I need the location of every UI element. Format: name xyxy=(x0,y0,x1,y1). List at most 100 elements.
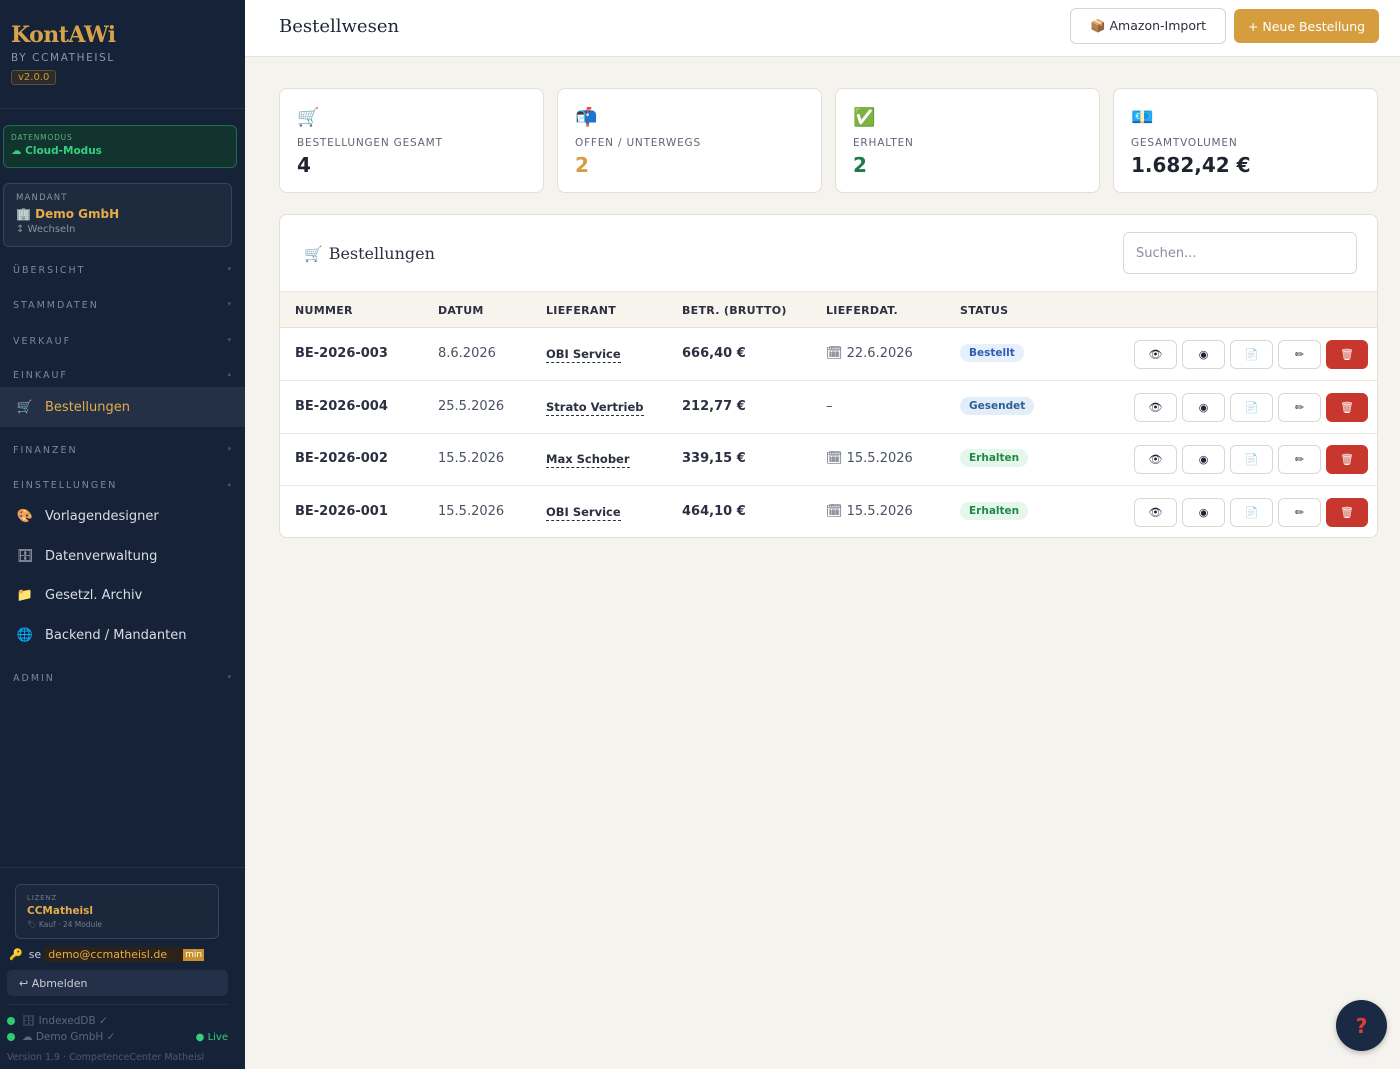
table-row[interactable]: BE-2026-003 8.6.2026 OBI Service 666,40 € 🗓 … xyxy=(280,328,1377,381)
nav-section-purchasing[interactable]: EINKAUF ▴ xyxy=(13,370,231,381)
table-row[interactable]: BE-2026-004 25.5.2026 Strato Vertrieb 212,7… xyxy=(280,381,1377,434)
nav-section-sales[interactable]: VERKAUF ▾ xyxy=(13,336,231,347)
brand-logo[interactable]: KontAWi xyxy=(11,22,116,48)
logout-button[interactable]: ↩ Abmelden xyxy=(7,970,228,996)
status-text: ☁ Demo GmbH ✓ xyxy=(22,1031,116,1043)
delete-icon: 🗑 xyxy=(1340,453,1354,466)
send-icon: ◉ xyxy=(1198,348,1209,361)
send-button[interactable]: ◉ xyxy=(1182,340,1225,369)
order-number[interactable]: BE-2026-004 xyxy=(295,399,388,414)
view-button[interactable]: 👁 xyxy=(1134,393,1177,422)
money-icon: 💶 xyxy=(1131,107,1154,128)
supplier-link[interactable]: Strato Vertrieb xyxy=(546,400,644,416)
amazon-import-button[interactable]: 📦 Amazon-Import xyxy=(1070,8,1226,44)
stat-value: 4 xyxy=(297,153,311,177)
chevron-down-icon: ▾ xyxy=(227,673,231,681)
stat-label: ERHALTEN xyxy=(853,137,914,149)
sidebar-item-archive[interactable]: 📁 Gesetzl. Archiv xyxy=(0,575,245,615)
column-header-supplier[interactable]: LIEFERANT xyxy=(546,304,616,317)
delete-button[interactable]: 🗑 xyxy=(1326,445,1368,474)
supplier-link[interactable]: OBI Service xyxy=(546,505,621,521)
document-button[interactable]: 📄 xyxy=(1230,445,1273,474)
user-email: demo@ccmatheisl.de xyxy=(44,947,172,962)
column-header-delivery[interactable]: LIEFERDAT. xyxy=(826,304,898,317)
supplier-link[interactable]: OBI Service xyxy=(546,347,621,363)
delete-button[interactable]: 🗑 xyxy=(1326,498,1368,527)
view-button[interactable]: 👁 xyxy=(1134,445,1177,474)
edit-button[interactable]: ✏ xyxy=(1278,340,1321,369)
cart-icon: 🛒 xyxy=(16,399,34,415)
cart-icon: 🛒 xyxy=(297,107,320,128)
license-box: LIZENZ CCMatheisl 🏷 Kauf · 24 Module xyxy=(15,884,219,939)
stat-label: GESAMTVOLUMEN xyxy=(1131,137,1238,149)
edit-button[interactable]: ✏ xyxy=(1278,498,1321,527)
nav-section-overview[interactable]: ÜBERSICHT ▾ xyxy=(13,265,231,276)
sidebar-item-label: Bestellungen xyxy=(45,399,130,415)
nav-section-label: ÜBERSICHT xyxy=(13,265,86,276)
sidebar-item-orders[interactable]: 🛒 Bestellungen xyxy=(0,387,245,427)
delete-icon: 🗑 xyxy=(1340,506,1354,519)
row-actions: 👁 ◉ 📄 ✏ 🗑 xyxy=(1134,498,1368,527)
checkmark-icon: ✅ xyxy=(853,107,876,128)
delivery-date: – xyxy=(826,399,833,414)
sidebar-item-data-management[interactable]: 🗄 Datenverwaltung xyxy=(0,536,245,576)
status-badge: Bestellt xyxy=(960,344,1024,362)
stat-value: 2 xyxy=(575,153,589,177)
order-number[interactable]: BE-2026-003 xyxy=(295,346,388,361)
column-header-status[interactable]: STATUS xyxy=(960,304,1008,317)
send-button[interactable]: ◉ xyxy=(1182,445,1225,474)
edit-button[interactable]: ✏ xyxy=(1278,393,1321,422)
chevron-up-icon: ▴ xyxy=(227,480,231,488)
data-mode-value: ☁ Cloud-Modus xyxy=(11,145,102,157)
sidebar: KontAWi BY CCMATHEISL v2.0.0 DATENMODUS … xyxy=(0,0,245,1069)
document-icon: 📄 xyxy=(1244,453,1259,466)
nav-section-masterdata[interactable]: STAMMDATEN ▾ xyxy=(13,300,231,311)
table-row[interactable]: BE-2026-001 15.5.2026 OBI Service 464,10 € 🗓… xyxy=(280,486,1377,537)
document-button[interactable]: 📄 xyxy=(1230,340,1273,369)
column-header-date[interactable]: DATUM xyxy=(438,304,484,317)
spacer xyxy=(171,947,184,962)
stat-card-volume: 💶 GESAMTVOLUMEN 1.682,42 € xyxy=(1113,88,1378,193)
edit-button[interactable]: ✏ xyxy=(1278,445,1321,474)
nav-section-settings[interactable]: EINSTELLUNGEN ▴ xyxy=(13,480,231,491)
user-prefix: se xyxy=(28,948,42,961)
document-button[interactable]: 📄 xyxy=(1230,498,1273,527)
table-row[interactable]: BE-2026-002 15.5.2026 Max Schober 339,15 € 🗓… xyxy=(280,433,1377,486)
chevron-down-icon: ▾ xyxy=(227,336,231,344)
nav-section-admin[interactable]: ADMIN ▾ xyxy=(13,673,231,684)
sidebar-item-label: Vorlagendesigner xyxy=(45,508,159,524)
tenant-switch-link[interactable]: ↕ Wechseln xyxy=(16,224,219,235)
send-button[interactable]: ◉ xyxy=(1182,393,1225,422)
document-icon: 📄 xyxy=(1244,401,1259,414)
sidebar-item-template-designer[interactable]: 🎨 Vorlagendesigner xyxy=(0,496,245,536)
delete-button[interactable]: 🗑 xyxy=(1326,340,1368,369)
send-icon: ◉ xyxy=(1198,401,1209,414)
status-dot xyxy=(7,1016,15,1025)
sidebar-divider xyxy=(0,867,245,868)
search-input[interactable] xyxy=(1123,232,1357,274)
send-button[interactable]: ◉ xyxy=(1182,498,1225,527)
supplier-link[interactable]: Max Schober xyxy=(546,452,630,468)
order-number[interactable]: BE-2026-002 xyxy=(295,451,388,466)
column-header-amount[interactable]: BETR. (BRUTTO) xyxy=(682,304,787,317)
help-button[interactable]: ? xyxy=(1336,1000,1387,1051)
order-date: 15.5.2026 xyxy=(438,451,505,466)
live-indicator: ● Live xyxy=(195,1032,228,1043)
panel-title-text: Bestellungen xyxy=(328,244,435,263)
key-icon: 🔑 xyxy=(9,948,23,961)
palette-icon: 🎨 xyxy=(16,508,34,524)
view-button[interactable]: 👁 xyxy=(1134,340,1177,369)
tenant-box[interactable]: MANDANT 🏢 Demo GmbH ↕ Wechseln xyxy=(3,183,232,247)
delivery-date: 🗓 15.5.2026 xyxy=(826,451,913,466)
delete-button[interactable]: 🗑 xyxy=(1326,393,1368,422)
column-header-number[interactable]: NUMMER xyxy=(295,304,353,317)
view-button[interactable]: 👁 xyxy=(1134,498,1177,527)
view-icon: 👁 xyxy=(1148,348,1163,361)
document-button[interactable]: 📄 xyxy=(1230,393,1273,422)
new-order-button[interactable]: + Neue Bestellung xyxy=(1234,9,1379,43)
order-number[interactable]: BE-2026-001 xyxy=(295,504,388,519)
order-amount: 666,40 € xyxy=(682,346,746,361)
sidebar-item-backend[interactable]: 🌐 Backend / Mandanten xyxy=(0,615,245,655)
nav-section-finance[interactable]: FINANZEN ▾ xyxy=(13,445,231,456)
order-date: 8.6.2026 xyxy=(438,346,496,361)
